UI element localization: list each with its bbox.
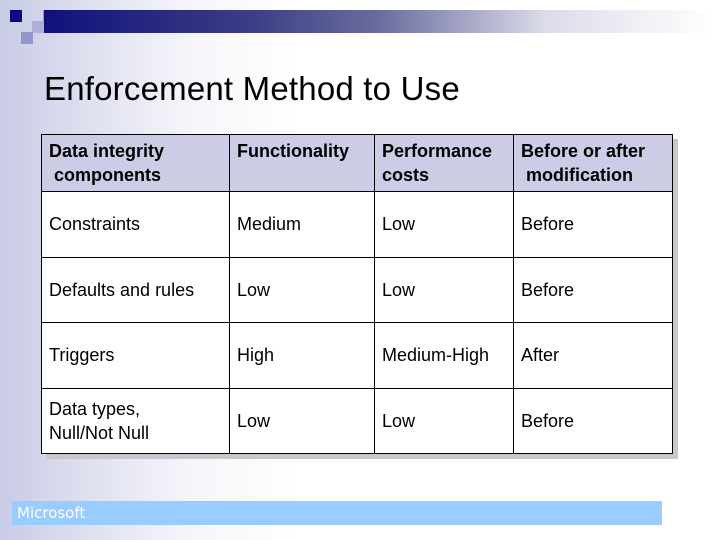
decor-square-light [32, 21, 44, 33]
table-row: Data types, Null/Not Null Low Low Before [41, 387, 673, 454]
cell-functionality: Low [229, 256, 375, 323]
footer-brand: Microsoft [17, 504, 86, 522]
cell-component: Data types, Null/Not Null [41, 387, 230, 454]
decor-square-light [21, 32, 33, 44]
cell-component: Defaults and rules [41, 256, 230, 323]
header-cell-timing: Before or after modification [513, 134, 673, 192]
header-cell-components: Data integrity components [41, 134, 230, 192]
decor-square-dark [10, 10, 22, 22]
cell-component: Constraints [41, 191, 230, 258]
cell-timing: Before [513, 387, 673, 454]
cell-performance: Low [374, 387, 514, 454]
table-row: Triggers High Medium-High After [41, 322, 673, 389]
enforcement-table: Data integrity components Functionality … [41, 134, 673, 454]
slide-title: Enforcement Method to Use [44, 70, 460, 107]
table-row: Constraints Medium Low Before [41, 191, 673, 258]
cell-functionality: Low [229, 387, 375, 454]
cell-component: Triggers [41, 322, 230, 389]
cell-timing: After [513, 322, 673, 389]
cell-timing: Before [513, 191, 673, 258]
table-row: Defaults and rules Low Low Before [41, 256, 673, 323]
header-cell-performance: Performance costs [374, 134, 514, 192]
cell-performance: Medium-High [374, 322, 514, 389]
header-gradient-bar [44, 10, 714, 33]
cell-performance: Low [374, 256, 514, 323]
footer-bar: Microsoft [12, 501, 662, 525]
header-cell-functionality: Functionality [229, 134, 375, 192]
cell-functionality: High [229, 322, 375, 389]
table-header-row: Data integrity components Functionality … [41, 134, 673, 192]
cell-timing: Before [513, 256, 673, 323]
cell-performance: Low [374, 191, 514, 258]
cell-functionality: Medium [229, 191, 375, 258]
